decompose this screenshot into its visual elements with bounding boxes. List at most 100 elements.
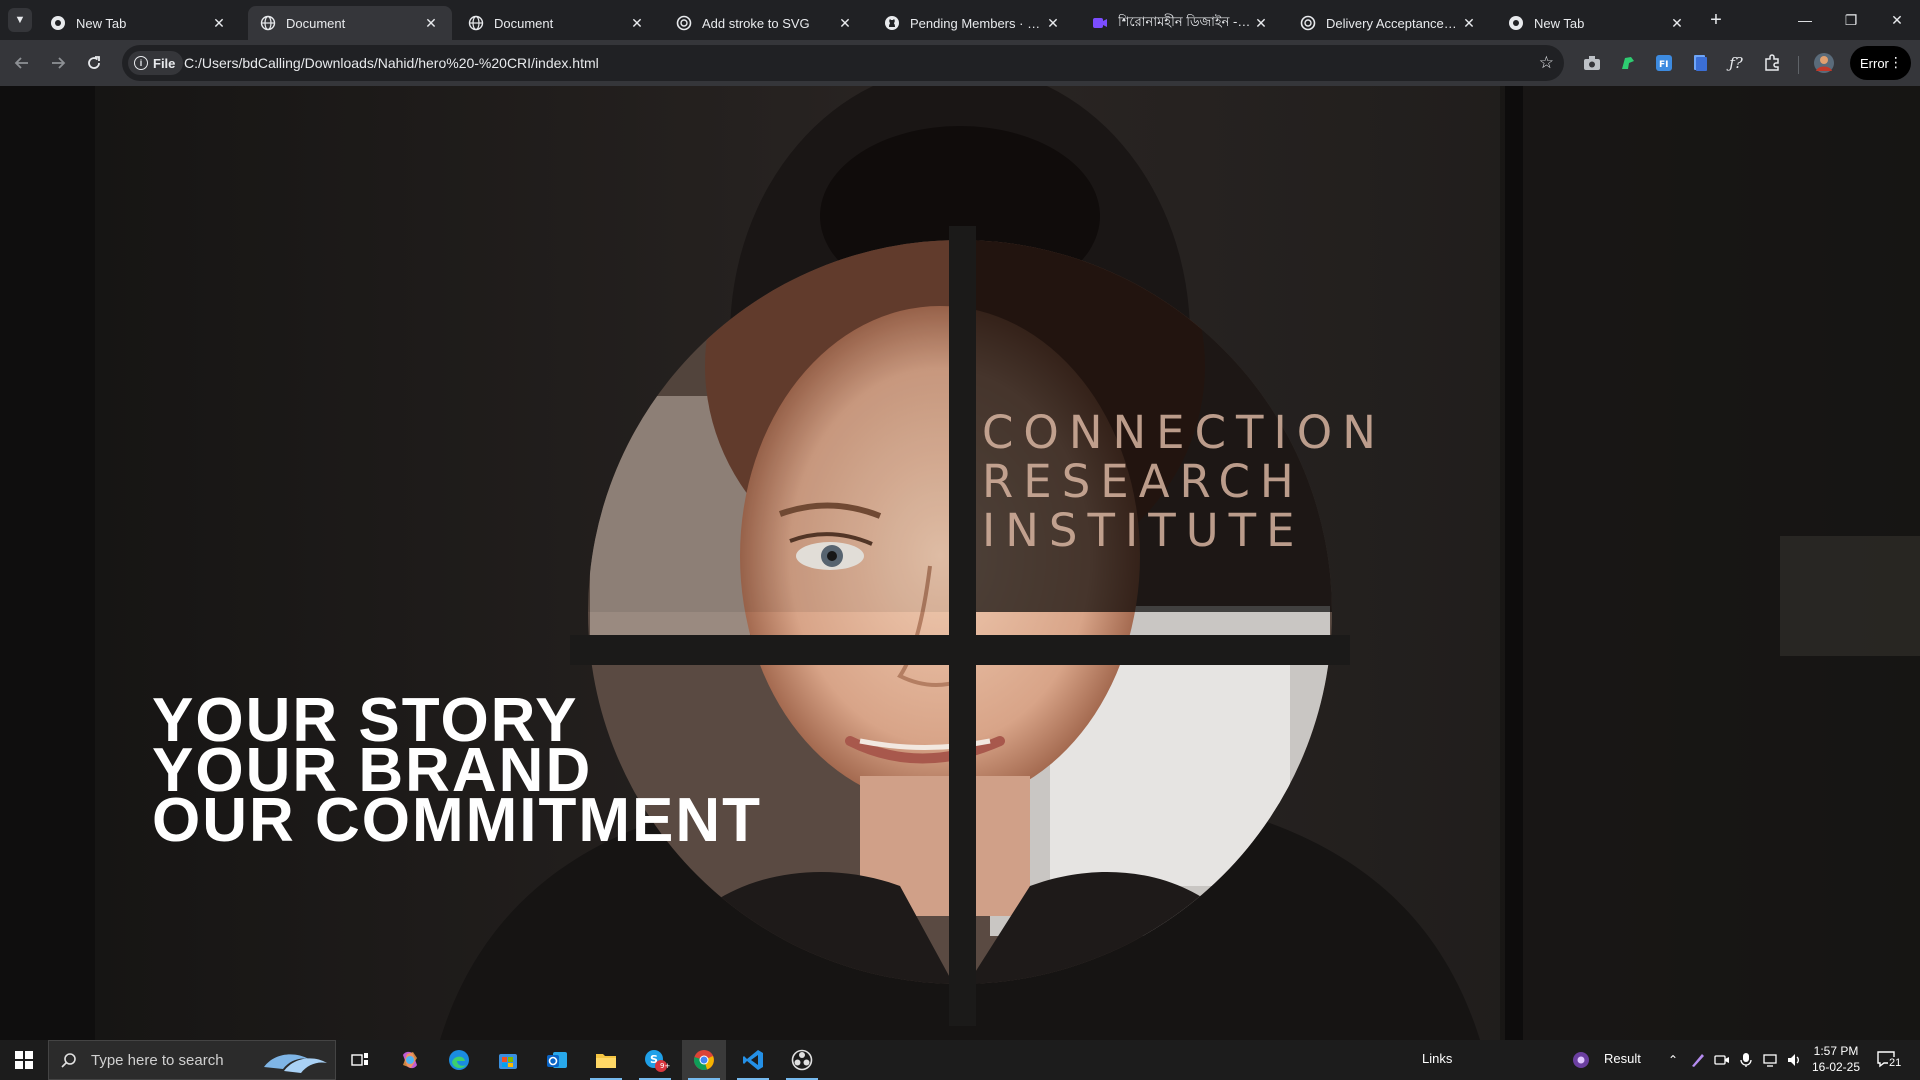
tab-document-2[interactable]: Document ✕ bbox=[456, 6, 658, 40]
chrome-icon bbox=[1508, 15, 1524, 31]
search-icon bbox=[61, 1053, 76, 1068]
search-highlight-dolphins-icon bbox=[264, 1054, 327, 1073]
pen-icon[interactable] bbox=[1686, 1040, 1710, 1080]
clock-date: 16-02-25 bbox=[1811, 1060, 1861, 1074]
toolbar-divider bbox=[1798, 56, 1799, 74]
chrome-app[interactable] bbox=[682, 1040, 726, 1080]
tab-add-stroke-svg[interactable]: Add stroke to SVG ✕ bbox=[664, 6, 866, 40]
vscode-icon bbox=[743, 1050, 763, 1070]
canva-icon bbox=[1092, 15, 1108, 31]
restore-button[interactable]: ❐ bbox=[1828, 0, 1874, 40]
windows-logo-icon bbox=[15, 1051, 33, 1069]
show-hidden-icons-chevron-icon[interactable]: ⌃ bbox=[1660, 1040, 1686, 1080]
notification-center-button[interactable]: 21 bbox=[1876, 1048, 1904, 1072]
result-app-icon[interactable] bbox=[1566, 1040, 1596, 1080]
site-info-chip[interactable]: i File bbox=[128, 51, 184, 75]
globe-icon bbox=[468, 15, 484, 31]
extension-fx-icon[interactable]: ƒ? bbox=[1724, 51, 1748, 75]
network-icon[interactable] bbox=[1758, 1040, 1782, 1080]
links-toolbar[interactable]: Links bbox=[1422, 1051, 1452, 1066]
profile-error-button[interactable]: Error ⋮ bbox=[1850, 46, 1911, 80]
folder-icon bbox=[596, 1054, 616, 1068]
copilot-icon bbox=[403, 1051, 417, 1069]
globe-icon bbox=[260, 15, 276, 31]
tab-delivery-acceptance[interactable]: Delivery Acceptance Requ ✕ bbox=[1288, 6, 1490, 40]
tab-title: New Tab bbox=[1534, 15, 1585, 31]
reload-icon bbox=[88, 56, 100, 69]
obs-icon bbox=[791, 1049, 813, 1071]
edge-app[interactable] bbox=[437, 1040, 481, 1080]
search-placeholder: Type here to search bbox=[91, 1051, 224, 1069]
close-icon[interactable]: ✕ bbox=[422, 14, 440, 32]
hero-background-photo bbox=[0, 86, 1920, 1040]
outlook-app[interactable] bbox=[535, 1040, 579, 1080]
tab-document-active[interactable]: Document ✕ bbox=[248, 6, 452, 40]
tab-title: Pending Members · People bbox=[910, 15, 1044, 31]
back-button[interactable] bbox=[8, 49, 36, 77]
tab-new-tab-2[interactable]: New Tab ✕ bbox=[1496, 6, 1698, 40]
close-icon[interactable]: ✕ bbox=[1668, 14, 1686, 32]
obs-app[interactable] bbox=[780, 1040, 824, 1080]
openai-icon bbox=[1300, 15, 1316, 31]
task-view-icon bbox=[351, 1053, 368, 1066]
close-icon[interactable]: ✕ bbox=[1044, 14, 1062, 32]
start-button[interactable] bbox=[2, 1040, 46, 1080]
kebab-menu-icon[interactable]: ⋮ bbox=[1889, 54, 1903, 71]
close-icon[interactable]: ✕ bbox=[210, 14, 228, 32]
clock-time: 1:57 PM bbox=[1813, 1044, 1859, 1058]
task-view-button[interactable] bbox=[338, 1040, 382, 1080]
microsoft-store-app[interactable] bbox=[486, 1040, 530, 1080]
tab-title: Document bbox=[494, 15, 554, 31]
tab-pending-members[interactable]: Pending Members · People ✕ bbox=[872, 6, 1074, 40]
extension-document-icon[interactable] bbox=[1688, 51, 1712, 75]
close-icon[interactable]: ✕ bbox=[1252, 14, 1270, 32]
skype-app[interactable]: S 9+ bbox=[633, 1040, 677, 1080]
file-explorer-app[interactable] bbox=[584, 1040, 628, 1080]
camera-icon[interactable] bbox=[1580, 51, 1604, 75]
close-icon[interactable]: ✕ bbox=[836, 14, 854, 32]
extension-cheetah-icon[interactable] bbox=[1616, 51, 1640, 75]
brand-line-2: RESEARCH bbox=[982, 455, 1304, 508]
tab-title: Add stroke to SVG bbox=[702, 15, 810, 31]
url-text[interactable]: C:/Users/bdCalling/Downloads/Nahid/hero%… bbox=[184, 55, 599, 71]
forward-arrow-icon bbox=[52, 57, 66, 69]
svg-text:FI: FI bbox=[1659, 60, 1669, 70]
extensions-puzzle-icon[interactable] bbox=[1760, 51, 1784, 75]
system-clock[interactable]: 1:57 PM 16-02-25 bbox=[1808, 1043, 1864, 1075]
vscode-app[interactable] bbox=[731, 1040, 775, 1080]
microphone-icon[interactable] bbox=[1734, 1040, 1758, 1080]
tab-title: Delivery Acceptance Requ bbox=[1326, 15, 1460, 31]
address-bar[interactable]: i File C:/Users/bdCalling/Downloads/Nahi… bbox=[122, 45, 1564, 81]
browser-toolbar: i File C:/Users/bdCalling/Downloads/Nahi… bbox=[0, 40, 1920, 86]
copilot-app[interactable] bbox=[388, 1040, 432, 1080]
notification-count: 21 bbox=[1888, 1057, 1903, 1069]
window-close-button[interactable]: ✕ bbox=[1874, 0, 1920, 40]
tab-title: শিরোনামহীন ডিজাইন - Ma bbox=[1118, 13, 1252, 29]
github-icon bbox=[884, 15, 900, 31]
brand-line-3: INSTITUTE bbox=[982, 504, 1305, 557]
tab-strip: ▼ New Tab ✕ Document ✕ Document ✕ Add st… bbox=[0, 0, 1920, 40]
bookmark-star-icon[interactable]: ☆ bbox=[1539, 53, 1554, 73]
tab-canva-design[interactable]: শিরোনামহীন ডিজাইন - Ma ✕ bbox=[1080, 6, 1282, 40]
taskbar-search-box[interactable]: Type here to search bbox=[48, 1040, 336, 1080]
new-tab-button[interactable]: + bbox=[1704, 8, 1728, 32]
store-icon bbox=[499, 1054, 517, 1069]
windows-taskbar: Type here to search S 9+ Links Result ⌃ … bbox=[0, 1040, 1920, 1080]
cog-gem-icon bbox=[1573, 1052, 1589, 1068]
profile-avatar[interactable] bbox=[1812, 51, 1836, 75]
close-icon[interactable]: ✕ bbox=[1460, 14, 1478, 32]
reload-button[interactable] bbox=[80, 49, 108, 77]
forward-button[interactable] bbox=[44, 49, 72, 77]
openai-icon bbox=[676, 15, 692, 31]
tab-search-button[interactable]: ▼ bbox=[8, 8, 32, 32]
brand-wordmark: CONNECTION RESEARCH INSTITUTE bbox=[982, 408, 1386, 555]
tab-title: Document bbox=[286, 15, 346, 31]
extension-fi-icon[interactable]: FI bbox=[1652, 51, 1676, 75]
minimize-button[interactable]: — bbox=[1782, 0, 1828, 40]
hero-line-3: OUR COMMITMENT bbox=[152, 786, 763, 855]
volume-icon[interactable] bbox=[1782, 1040, 1806, 1080]
camera-tray-icon[interactable] bbox=[1710, 1040, 1734, 1080]
result-label[interactable]: Result bbox=[1604, 1051, 1641, 1066]
tab-new-tab-1[interactable]: New Tab ✕ bbox=[38, 6, 240, 40]
close-icon[interactable]: ✕ bbox=[628, 14, 646, 32]
